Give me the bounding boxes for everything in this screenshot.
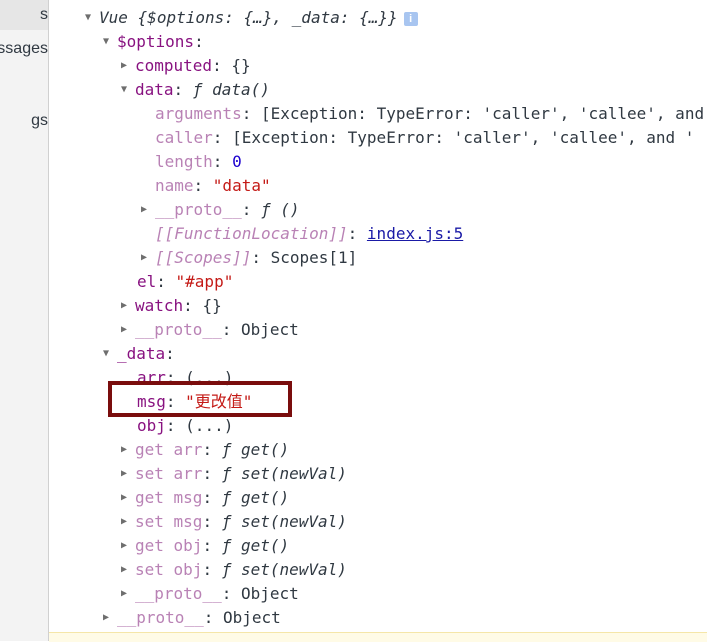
- object-tree: ▼ Vue {$options: {…}, _data: {…}} i ▼ $opti…: [49, 0, 707, 641]
- root-class-name: Vue: [99, 8, 128, 27]
- property-value[interactable]: (...): [185, 416, 233, 435]
- tree-row-data-fn[interactable]: ▼ data: ƒ data(): [121, 78, 270, 102]
- property-key: set msg: [135, 512, 203, 531]
- property-value: ƒ set(newVal): [221, 512, 347, 531]
- property-key: [[Scopes]]: [155, 248, 252, 267]
- property-key: arguments: [155, 104, 242, 123]
- tree-row-function-location: [[FunctionLocation]]: index.js:5: [155, 224, 464, 243]
- source-link[interactable]: index.js:5: [367, 224, 463, 243]
- collapsed-triangle-icon[interactable]: ▶: [141, 246, 155, 270]
- property-value: ƒ (): [260, 200, 300, 219]
- tree-row-proto-root[interactable]: ▶ __proto__: Object: [103, 606, 281, 630]
- sidebar-item-label: gs: [31, 112, 48, 129]
- tree-row-proto-options[interactable]: ▶ __proto__: Object: [121, 318, 299, 342]
- sidebar-item-warnings[interactable]: gs: [0, 106, 48, 136]
- property-value: 0: [232, 152, 242, 171]
- tree-row-root[interactable]: ▼ Vue {$options: {…}, _data: {…}} i: [85, 6, 418, 30]
- tree-row-proto-fn[interactable]: ▶ __proto__: ƒ (): [141, 198, 300, 222]
- property-key: obj: [137, 416, 166, 435]
- tree-row-name: name: "data": [155, 176, 271, 195]
- msg-highlight-box: [108, 381, 292, 417]
- tree-row-get-obj[interactable]: ▶ get obj: ƒ get(): [121, 534, 289, 558]
- property-key: watch: [135, 296, 184, 315]
- tree-row-el: el: "#app": [137, 272, 234, 291]
- property-key: get obj: [135, 536, 203, 555]
- property-key: _data: [117, 344, 166, 363]
- collapsed-triangle-icon[interactable]: ▶: [121, 510, 135, 534]
- sidebar-item-messages-all[interactable]: s: [0, 0, 48, 30]
- tree-row-get-msg[interactable]: ▶ get msg: ƒ get(): [121, 486, 289, 510]
- tree-row-obj[interactable]: obj: (...): [137, 414, 233, 438]
- property-key: set arr: [135, 464, 203, 483]
- property-key: data: [135, 80, 174, 99]
- root-summary: {$options: {…}, _data: {…}}: [137, 8, 398, 27]
- property-key: [[FunctionLocation]]: [155, 224, 348, 243]
- collapsed-triangle-icon[interactable]: ▶: [141, 198, 155, 222]
- collapsed-triangle-icon[interactable]: ▶: [121, 294, 135, 318]
- tree-row-computed[interactable]: ▶ computed: {}: [121, 54, 251, 78]
- collapsed-triangle-icon[interactable]: ▶: [121, 54, 135, 78]
- collapsed-triangle-icon[interactable]: ▶: [121, 486, 135, 510]
- property-value: "data": [212, 176, 271, 195]
- collapsed-triangle-icon[interactable]: ▶: [121, 558, 135, 582]
- console-sidebar: s ssages gs: [0, 0, 49, 641]
- property-key: __proto__: [117, 608, 204, 627]
- property-key: computed: [135, 56, 213, 75]
- property-value: ƒ data(): [192, 80, 270, 99]
- property-value: ƒ get(): [221, 488, 290, 507]
- property-key: set obj: [135, 560, 203, 579]
- tree-row-scopes[interactable]: ▶ [[Scopes]]: Scopes[1]: [141, 246, 357, 270]
- sidebar-item-user-messages[interactable]: ssages: [0, 34, 48, 64]
- property-value: Scopes[1]: [270, 248, 358, 267]
- property-value: {}: [231, 56, 251, 75]
- property-key: __proto__: [155, 200, 242, 219]
- property-value: [Exception: TypeError: 'caller', 'callee…: [260, 104, 705, 123]
- sidebar-item-label: s: [40, 6, 48, 23]
- tree-row-data-underscore[interactable]: ▼ _data:: [103, 342, 175, 366]
- tree-row-set-msg[interactable]: ▶ set msg: ƒ set(newVal): [121, 510, 347, 534]
- tree-row-caller: caller: [Exception: TypeError: 'caller',…: [155, 128, 695, 147]
- tree-row-set-arr[interactable]: ▶ set arr: ƒ set(newVal): [121, 462, 347, 486]
- property-key: $options: [117, 32, 195, 51]
- property-key: __proto__: [135, 584, 222, 603]
- collapsed-triangle-icon[interactable]: ▶: [121, 582, 135, 606]
- property-key: el: [137, 272, 157, 291]
- tree-row-arguments: arguments: [Exception: TypeError: 'calle…: [155, 104, 705, 123]
- property-value: {}: [202, 296, 222, 315]
- collapsed-triangle-icon[interactable]: ▶: [121, 318, 135, 342]
- collapsed-triangle-icon[interactable]: ▶: [121, 534, 135, 558]
- expanded-triangle-icon[interactable]: ▼: [121, 78, 135, 102]
- collapsed-triangle-icon[interactable]: ▶: [121, 438, 135, 462]
- tree-row-get-arr[interactable]: ▶ get arr: ƒ get(): [121, 438, 289, 462]
- property-key: caller: [155, 128, 213, 147]
- property-value: ƒ set(newVal): [221, 464, 347, 483]
- property-value: ƒ set(newVal): [221, 560, 347, 579]
- property-value: [Exception: TypeError: 'caller', 'callee…: [232, 128, 695, 147]
- property-key: name: [155, 176, 194, 195]
- tree-row-proto-data[interactable]: ▶ __proto__: Object: [121, 582, 299, 606]
- property-value: ƒ get(): [221, 536, 290, 555]
- info-icon[interactable]: i: [403, 11, 418, 26]
- expanded-triangle-icon[interactable]: ▼: [103, 30, 117, 54]
- expanded-triangle-icon[interactable]: ▼: [103, 342, 117, 366]
- property-key: get arr: [135, 440, 203, 459]
- tree-row-options[interactable]: ▼ $options:: [103, 30, 204, 54]
- collapsed-triangle-icon[interactable]: ▶: [121, 462, 135, 486]
- expanded-triangle-icon[interactable]: ▼: [85, 6, 99, 30]
- collapsed-triangle-icon[interactable]: ▶: [103, 606, 117, 630]
- property-value: Object: [240, 320, 299, 339]
- property-key: get msg: [135, 488, 203, 507]
- property-key: __proto__: [135, 320, 222, 339]
- property-value: ƒ get(): [221, 440, 290, 459]
- tree-row-watch[interactable]: ▶ watch: {}: [121, 294, 222, 318]
- tree-row-length: length: 0: [155, 152, 242, 171]
- sidebar-item-label: ssages: [0, 40, 48, 57]
- property-key: length: [155, 152, 213, 171]
- property-value: Object: [240, 584, 299, 603]
- property-value: "#app": [175, 272, 234, 291]
- tree-row-set-obj[interactable]: ▶ set obj: ƒ set(newVal): [121, 558, 347, 582]
- property-value: Object: [222, 608, 281, 627]
